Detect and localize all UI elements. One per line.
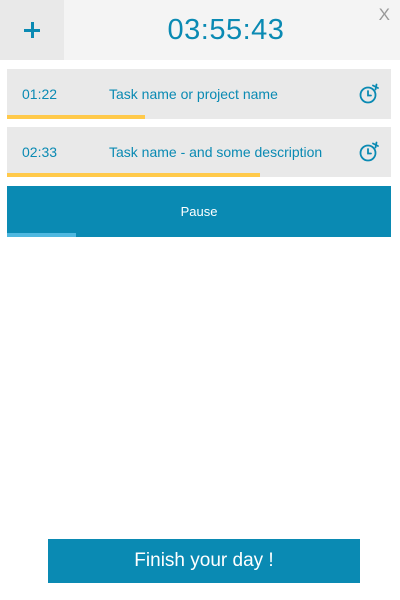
top-bar: 03:55:43 X: [0, 0, 400, 60]
pause-button[interactable]: Pause: [7, 186, 391, 237]
task-progress-fill: [7, 173, 261, 177]
alarm-clock-icon[interactable]: [358, 83, 380, 105]
task-progress-track: [7, 115, 391, 119]
task-name: Task name - and some description: [109, 144, 323, 160]
finish-label: Finish your day !: [134, 550, 274, 571]
close-button[interactable]: X: [379, 5, 390, 25]
plus-icon: [24, 22, 40, 38]
finish-day-button[interactable]: Finish your day !: [48, 539, 360, 583]
task-time: 01:22: [22, 86, 58, 102]
task-row[interactable]: 02:33 Task name - and some description: [7, 127, 391, 177]
task-name: Task name or project name: [109, 86, 278, 102]
add-task-button[interactable]: [0, 0, 64, 60]
alarm-clock-icon[interactable]: [358, 141, 380, 163]
task-time: 02:33: [22, 144, 58, 160]
pause-progress-fill: [7, 233, 77, 237]
task-progress-fill: [7, 115, 146, 119]
task-row[interactable]: 01:22 Task name or project name: [7, 69, 391, 119]
task-progress-track: [7, 173, 391, 177]
total-timer: 03:55:43: [167, 13, 285, 46]
pause-label: Pause: [180, 204, 218, 219]
